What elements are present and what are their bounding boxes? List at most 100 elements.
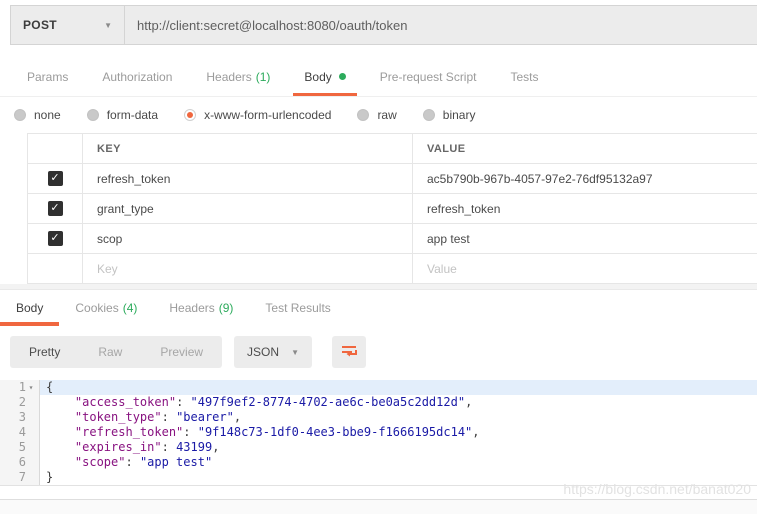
response-tab-headers[interactable]: Headers (9)	[153, 290, 249, 326]
mode-label: x-www-form-urlencoded	[204, 108, 332, 122]
response-tab-cookies[interactable]: Cookies (4)	[59, 290, 153, 326]
body-mode-form-data[interactable]: form-data	[86, 108, 158, 122]
response-body-viewer: 1 ▾ 2 3 4 5 6 7 { "access_token": "497f9ef2-877…	[0, 380, 757, 486]
mode-label: none	[34, 108, 61, 122]
gutter-line: 3	[0, 410, 39, 425]
tab-label: Headers	[169, 301, 215, 315]
line-number: 6	[18, 455, 26, 469]
checked-checkbox[interactable]: ✓	[47, 171, 63, 186]
radio-icon	[86, 109, 99, 121]
code-line: "refresh_token": "9f148c73-1df0-4ee3-bbe…	[40, 425, 757, 440]
tab-pre-request-script[interactable]: Pre-request Script	[363, 57, 494, 96]
json-token-n: 43199	[176, 440, 213, 454]
tab-tests[interactable]: Tests	[493, 57, 555, 96]
row-check-cell: ✓	[27, 164, 83, 193]
pretty-view-button[interactable]: Pretty	[10, 336, 79, 368]
json-token-p: :	[183, 425, 198, 439]
json-token-p: ,	[212, 440, 220, 454]
tab-label: Headers	[206, 69, 252, 84]
value-cell[interactable]: refresh_token	[413, 194, 757, 223]
method-dropdown[interactable]: POST ▼	[10, 5, 125, 45]
preview-view-button[interactable]: Preview	[141, 336, 222, 368]
bottom-strip	[0, 499, 757, 514]
wrap-text-button[interactable]	[331, 336, 366, 368]
line-number: 1	[18, 380, 26, 394]
view-button-group: Pretty Raw Preview	[10, 336, 223, 368]
table-row: ✓ refresh_token ac5b790b-967b-4057-97e2-76…	[27, 164, 757, 194]
value-cell[interactable]: ac5b790b-967b-4057-97e2-76df95132a97	[413, 164, 757, 193]
tab-label: Authorization	[102, 69, 173, 84]
tab-label: Body	[16, 301, 44, 315]
row-check-cell: ✓	[27, 224, 83, 253]
code-line: }	[40, 470, 757, 485]
json-token-s: "497f9ef2-8774-4702-ae6c-be0a5c2dd12d"	[190, 395, 466, 409]
code-line: {	[40, 380, 757, 395]
body-mode-binary[interactable]: binary	[422, 108, 476, 122]
checked-checkbox[interactable]: ✓	[47, 201, 63, 216]
json-token-p: }	[46, 470, 54, 484]
key-cell[interactable]: scop	[83, 224, 413, 253]
url-bar	[125, 5, 757, 45]
gutter-line: 7	[0, 470, 39, 485]
tab-body[interactable]: Body	[287, 57, 362, 96]
json-token-p: :	[125, 455, 140, 469]
json-token-k: "refresh_token"	[74, 425, 184, 439]
header-check-cell	[27, 134, 83, 163]
response-tab-test-results[interactable]: Test Results	[249, 290, 346, 326]
json-token-p: ,	[465, 395, 473, 409]
fold-caret-icon[interactable]: ▾	[26, 380, 36, 395]
body-mode-none[interactable]: none	[14, 108, 61, 122]
body-mode-raw[interactable]: raw	[357, 108, 397, 122]
key-cell[interactable]: Key	[83, 254, 413, 283]
tab-label: Tests	[510, 69, 539, 84]
language-dropdown[interactable]: JSON ▼	[234, 336, 312, 368]
json-token-s: "app test"	[139, 455, 213, 469]
tab-label: Params	[27, 69, 69, 84]
row-check-cell	[27, 254, 83, 283]
line-number: 2	[18, 395, 26, 409]
url-input[interactable]	[137, 17, 745, 33]
value-cell[interactable]: app test	[413, 224, 757, 253]
json-token-p: {	[46, 380, 54, 394]
line-number: 3	[18, 410, 26, 424]
response-tab-body[interactable]: Body	[0, 290, 60, 326]
line-number-gutter: 1 ▾ 2 3 4 5 6 7	[0, 380, 40, 485]
checked-checkbox[interactable]: ✓	[47, 231, 63, 246]
body-mode-radios: none form-data x-www-form-urlencoded raw bin…	[0, 97, 757, 133]
tab-label: Test Results	[265, 301, 331, 315]
row-check-cell: ✓	[27, 194, 83, 223]
key-cell[interactable]: refresh_token	[83, 164, 413, 193]
response-toolbar: Pretty Raw Preview JSON ▼	[0, 334, 757, 370]
gutter-line: 1 ▾	[0, 380, 39, 395]
chevron-down-icon: ▼	[291, 347, 299, 357]
tab-count-badge: (9)	[218, 301, 234, 315]
tab-authorization[interactable]: Authorization	[85, 57, 189, 96]
line-number: 4	[18, 425, 26, 439]
json-token-k: "expires_in"	[74, 440, 162, 454]
wrap-text-icon	[341, 346, 357, 357]
tab-label: Pre-request Script	[379, 69, 477, 84]
json-token-p	[46, 425, 75, 439]
key-cell[interactable]: grant_type	[83, 194, 413, 223]
code-line: "token_type": "bearer",	[40, 410, 757, 425]
chevron-down-icon: ▼	[104, 20, 112, 30]
language-label: JSON	[247, 345, 280, 359]
gutter-line: 6	[0, 455, 39, 470]
request-bar: POST ▼	[0, 5, 757, 45]
radio-icon	[357, 109, 370, 121]
urlencoded-table: KEY VALUE ✓ refresh_token ac5b790b-967b-40…	[27, 133, 757, 284]
code-line: "access_token": "497f9ef2-8774-4702-ae6c…	[40, 395, 757, 410]
json-token-s: "9f148c73-1df0-4ee3-bbe9-f1666195dc14"	[197, 425, 473, 439]
value-cell[interactable]: Value	[413, 254, 757, 283]
mode-label: binary	[442, 108, 476, 122]
body-mode-x-www-form-urlencoded[interactable]: x-www-form-urlencoded	[184, 108, 331, 122]
table-row: ✓ grant_type refresh_token	[27, 194, 757, 224]
table-row: Key Value	[27, 254, 757, 284]
json-token-p	[46, 395, 75, 409]
json-token-p: ,	[472, 425, 480, 439]
body-set-dot	[338, 73, 346, 80]
tab-headers[interactable]: Headers (1)	[189, 57, 287, 96]
raw-view-button[interactable]: Raw	[79, 336, 141, 368]
tab-params[interactable]: Params	[10, 57, 85, 96]
json-token-p: ,	[233, 410, 242, 424]
